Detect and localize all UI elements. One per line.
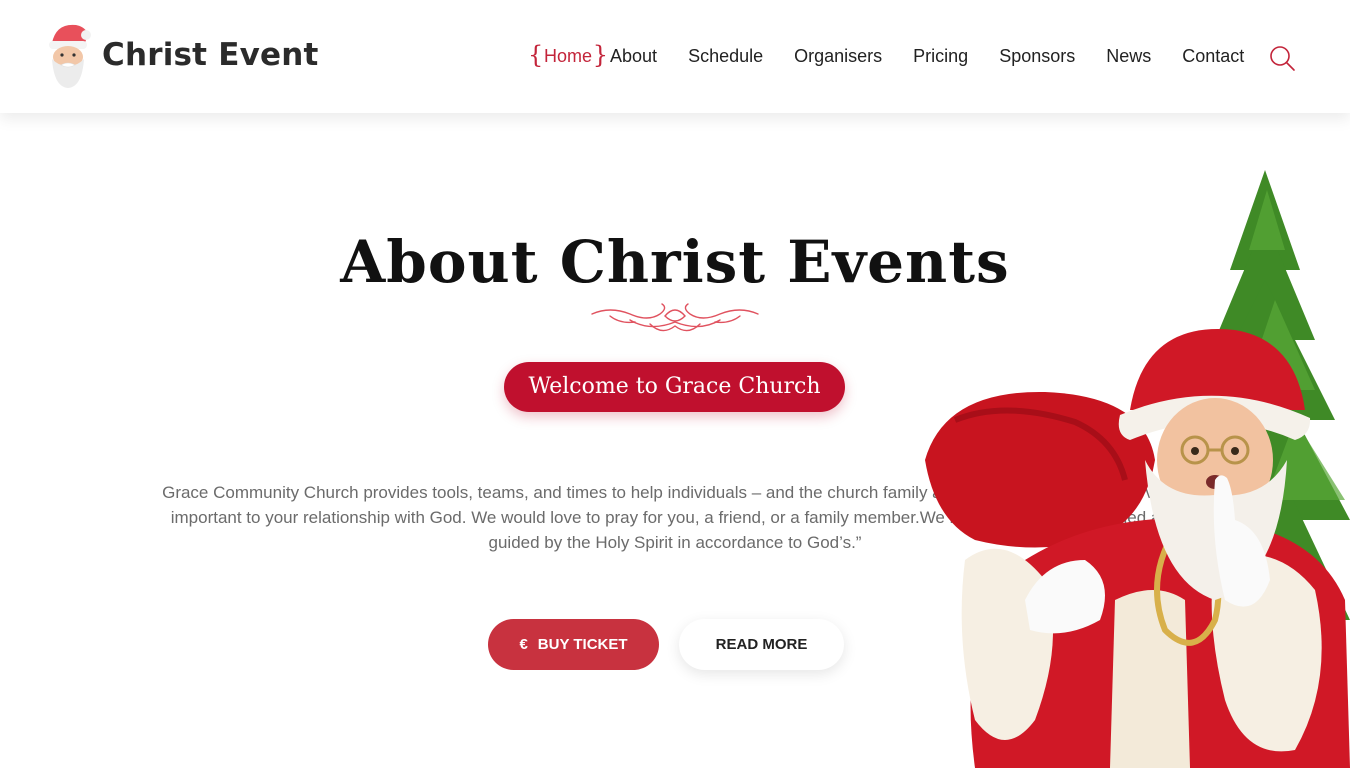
nav-about[interactable]: About <box>610 46 657 67</box>
site-header: Christ Event { Home } About Schedule Org… <box>0 0 1350 113</box>
santa-logo-icon <box>49 24 91 88</box>
nav-home-label: Home <box>544 46 593 66</box>
nav-news[interactable]: News <box>1106 46 1151 67</box>
nav-home[interactable]: { Home } <box>528 41 608 69</box>
flourish-divider-icon <box>591 303 759 332</box>
search-icon <box>1270 46 1295 71</box>
nav-sponsors[interactable]: Sponsors <box>999 46 1075 67</box>
logo-text: Christ Event <box>102 37 319 73</box>
welcome-button[interactable]: Welcome to Grace Church <box>504 362 845 412</box>
site-logo[interactable]: Christ Event <box>46 20 319 90</box>
nav-schedule[interactable]: Schedule <box>688 46 763 67</box>
brace-left-icon: { <box>528 41 544 69</box>
buy-ticket-button[interactable]: € BUY TICKET <box>488 619 659 670</box>
nav-organisers[interactable]: Organisers <box>794 46 882 67</box>
nav-pricing[interactable]: Pricing <box>913 46 968 67</box>
brace-right-icon: } <box>592 41 609 69</box>
main-nav: { Home } About Schedule Organisers Prici… <box>528 0 1275 113</box>
search-button[interactable] <box>1268 44 1296 72</box>
euro-icon: € <box>519 636 528 653</box>
nav-contact[interactable]: Contact <box>1182 46 1244 67</box>
read-more-button[interactable]: READ MORE <box>679 619 844 670</box>
santa-tree-image <box>925 170 1350 768</box>
buy-ticket-label: BUY TICKET <box>537 636 628 653</box>
